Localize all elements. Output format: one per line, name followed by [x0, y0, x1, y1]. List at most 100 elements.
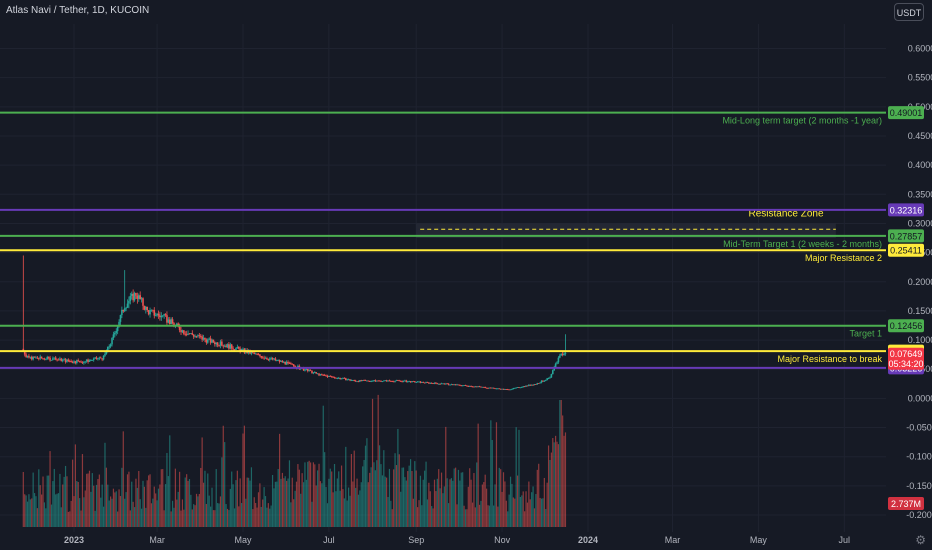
volume-bar [556, 441, 558, 527]
candle-body [261, 357, 264, 359]
y-tick-label: 0.40000 [908, 160, 932, 170]
x-tick-label: 2023 [64, 535, 84, 545]
candle-body [343, 378, 346, 379]
candle-body [499, 388, 502, 390]
candle-body [123, 308, 126, 312]
volume-bar [326, 503, 329, 527]
volume-bar [245, 498, 247, 527]
volume-bar [115, 491, 117, 527]
candle-body [218, 345, 220, 347]
volume-bar [509, 476, 512, 527]
candle-body [322, 374, 325, 376]
volume-bar [215, 469, 217, 527]
candle-body [153, 310, 156, 316]
candle-body [81, 362, 84, 364]
volume-bar [232, 484, 234, 527]
candle-body [375, 380, 378, 382]
volume-bar [447, 503, 450, 527]
volume-bar [67, 511, 69, 527]
candle-body [194, 335, 196, 337]
volume-bar [493, 505, 495, 527]
volume-bar [508, 494, 510, 527]
candle-body [430, 382, 433, 384]
mid-term-target-1-value: 0.27857 [890, 231, 923, 241]
volume-bar [453, 468, 455, 527]
candle-body [56, 359, 58, 361]
volume-bar [470, 479, 472, 527]
volume-bar [471, 502, 474, 527]
volume-bar [259, 483, 261, 527]
candle-body [135, 292, 137, 296]
candle-body [61, 359, 64, 362]
volume-bar [77, 481, 79, 527]
volume-bar [533, 508, 536, 527]
volume-bar [335, 491, 337, 527]
volume-bar [207, 473, 209, 527]
candle-body [204, 337, 206, 340]
volume-bar [26, 501, 29, 527]
candle-body [306, 368, 309, 372]
volume-bar [307, 461, 309, 527]
volume-bar [319, 481, 322, 527]
volume-bar [76, 481, 78, 527]
candle-body [497, 388, 499, 390]
volume-bar [124, 498, 126, 527]
candle-body [494, 388, 496, 390]
candle-body [40, 356, 43, 359]
volume-bar [125, 492, 127, 527]
volume-bar [235, 480, 237, 527]
candle-body [94, 357, 96, 359]
volume-bar [367, 482, 369, 527]
volume-bar [559, 400, 561, 527]
candle-body [273, 358, 275, 360]
volume-bar [378, 445, 381, 527]
candle-body [271, 357, 274, 360]
gear-icon[interactable]: ⚙ [915, 533, 926, 547]
candle-body [264, 358, 267, 359]
candle-body [70, 361, 72, 363]
candle-body [304, 369, 306, 371]
volume-bar [41, 494, 43, 527]
candle-body [526, 385, 529, 387]
y-tick-label: 0.60000 [908, 44, 932, 54]
volume-bar [419, 475, 422, 527]
y-tick-label: -0.05000 [906, 423, 932, 433]
candle-body [350, 380, 353, 382]
candle-body [198, 335, 201, 337]
candle-body [274, 358, 277, 361]
volume-bar [494, 484, 496, 527]
volume-bar [264, 496, 267, 527]
candle-body [156, 313, 158, 316]
volume-bar [390, 500, 392, 527]
candle-body [281, 361, 284, 363]
candle-body [39, 356, 42, 359]
volume-bar [25, 495, 27, 527]
candle-body [259, 354, 261, 356]
volume-bar [394, 453, 396, 527]
volume-bar [539, 497, 541, 527]
candle-body [361, 380, 364, 381]
volume-bar [53, 468, 55, 527]
candle-body [487, 387, 489, 389]
candle-body [129, 295, 132, 301]
volume-bar [467, 486, 469, 527]
price-chart[interactable]: 0.600000.550000.500000.450000.400000.350… [0, 0, 932, 550]
volume-bar [387, 496, 389, 527]
volume-bar [500, 469, 502, 527]
candle-body [329, 376, 332, 377]
candle-body [260, 355, 263, 358]
candle-body [256, 353, 258, 355]
volume-bar [198, 493, 200, 527]
volume-bar [249, 480, 251, 527]
candle-body [150, 309, 153, 311]
candle-body [235, 348, 237, 350]
volume-bar [104, 442, 106, 527]
volume-bar [239, 478, 241, 527]
volume-bar [476, 462, 478, 527]
candle-body [321, 374, 323, 375]
volume-bar [176, 499, 178, 527]
candle-body [447, 383, 450, 385]
candle-body [453, 384, 456, 386]
candle-body [242, 348, 244, 350]
volume-bar [553, 442, 555, 527]
